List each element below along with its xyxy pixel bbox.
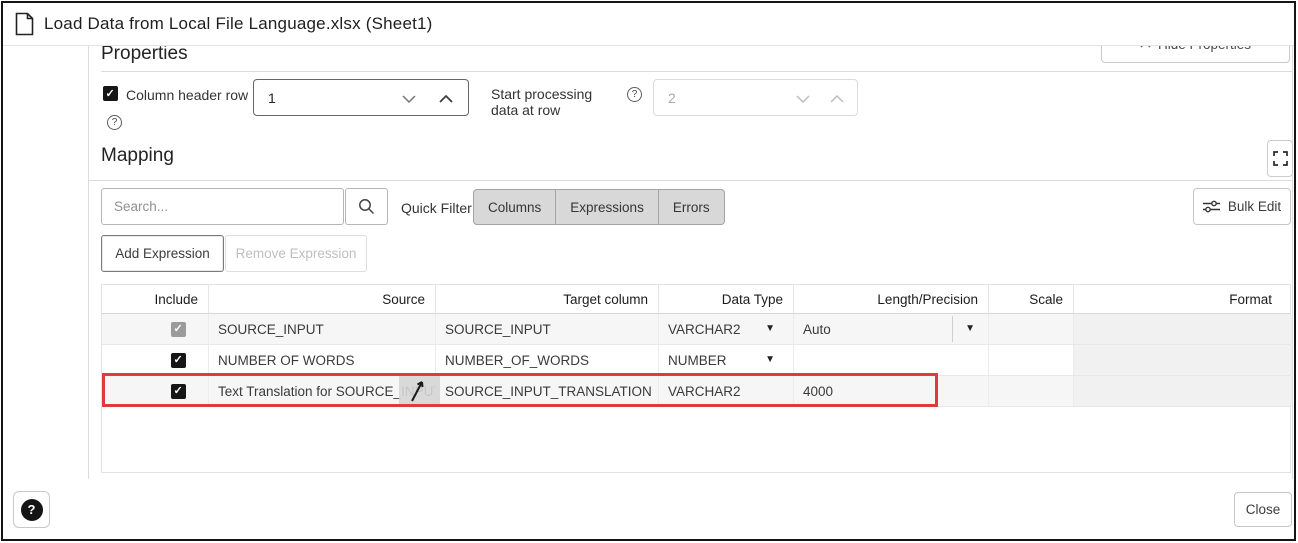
help-icon: ? — [21, 499, 43, 521]
mapping-divider — [89, 180, 1292, 181]
add-expression-button[interactable]: Add Expression — [101, 235, 224, 272]
remove-expression-button: Remove Expression — [225, 235, 367, 272]
search-input[interactable] — [102, 199, 343, 214]
header-include[interactable]: Include — [102, 285, 209, 313]
data-type-cell[interactable]: VARCHAR2▼ — [659, 314, 794, 344]
length-precision-cell[interactable] — [794, 345, 989, 375]
dropdown-arrow-icon[interactable]: ▼ — [765, 323, 775, 334]
format-cell[interactable] — [1074, 376, 1292, 406]
dialog-window: Hide Properties Properties Load Data fro… — [1, 1, 1296, 541]
column-header-row-checkbox[interactable] — [103, 86, 118, 101]
format-cell[interactable] — [1074, 314, 1292, 344]
sliders-icon — [1203, 200, 1220, 213]
start-processing-help-icon[interactable]: ? — [627, 87, 642, 102]
column-header-row-spinner[interactable]: 1 — [253, 79, 469, 116]
data-type-cell[interactable]: NUMBER▼ — [659, 345, 794, 375]
search-box — [101, 188, 344, 225]
length-precision-cell[interactable]: 4000 — [794, 376, 989, 406]
bulk-edit-button[interactable]: Bulk Edit — [1193, 188, 1291, 225]
include-checkbox[interactable] — [171, 384, 186, 399]
help-button[interactable]: ? — [13, 491, 50, 528]
chevron-down-icon — [796, 95, 810, 103]
column-header-row-value: 1 — [254, 90, 468, 106]
content-panel-right-border — [1292, 46, 1293, 479]
table-row: SOURCE_INPUT SOURCE_INPUT VARCHAR2▼ Auto… — [102, 314, 1290, 345]
close-button[interactable]: Close — [1234, 492, 1292, 527]
mapping-heading: Mapping — [101, 145, 174, 167]
filter-expressions-button[interactable]: Expressions — [556, 189, 659, 225]
add-expression-label: Add Expression — [115, 246, 210, 261]
file-icon — [15, 12, 34, 36]
source-cell[interactable]: NUMBER OF WORDS — [209, 345, 436, 375]
include-cell — [102, 314, 209, 344]
include-checkbox[interactable] — [171, 353, 186, 368]
table-row: Text Translation for SOURCE_INPUT to SOU… — [102, 376, 1290, 407]
scale-cell[interactable] — [989, 376, 1074, 406]
chevron-down-icon[interactable] — [402, 95, 416, 103]
target-cell[interactable]: NUMBER_OF_WORDS — [436, 345, 659, 375]
table-header-row: Include Source Target column Data Type L… — [102, 285, 1290, 314]
column-header-help-icon[interactable]: ? — [107, 115, 122, 130]
target-cell[interactable]: SOURCE_INPUT_TRANSLATION — [436, 376, 659, 406]
header-target-column[interactable]: Target column — [436, 285, 659, 313]
search-icon — [358, 198, 375, 215]
scale-cell[interactable] — [989, 345, 1074, 375]
format-cell[interactable] — [1074, 345, 1292, 375]
remove-expression-label: Remove Expression — [236, 246, 357, 261]
scale-cell[interactable] — [989, 314, 1074, 344]
bulk-edit-label: Bulk Edit — [1228, 199, 1281, 214]
title-bar: Load Data from Local File Language.xlsx … — [3, 3, 1294, 46]
maximize-button[interactable] — [1267, 140, 1293, 177]
content-panel-left-border — [88, 46, 89, 479]
include-checkbox — [171, 322, 186, 337]
chevron-up-icon[interactable] — [439, 95, 453, 103]
start-processing-spinner: 2 — [653, 79, 858, 116]
mapping-table: Include Source Target column Data Type L… — [101, 284, 1291, 473]
header-scale[interactable]: Scale — [989, 285, 1074, 313]
length-precision-cell[interactable]: Auto▼ — [794, 314, 989, 344]
cell-divider — [952, 316, 953, 342]
properties-heading: Properties — [101, 43, 188, 65]
start-processing-label: Start processing data at row — [491, 86, 617, 118]
chevron-up-icon — [830, 95, 844, 103]
dropdown-arrow-icon[interactable]: ▼ — [965, 323, 975, 334]
expand-icon — [1273, 151, 1288, 166]
header-length-precision[interactable]: Length/Precision — [794, 285, 989, 313]
target-cell[interactable]: SOURCE_INPUT — [436, 314, 659, 344]
column-header-row-label: Column header row — [126, 87, 248, 103]
source-cell[interactable]: SOURCE_INPUT — [209, 314, 436, 344]
properties-divider — [101, 71, 1292, 72]
header-source[interactable]: Source — [209, 285, 436, 313]
filter-columns-button[interactable]: Columns — [473, 189, 556, 225]
data-type-cell[interactable]: VARCHAR2 — [659, 376, 794, 406]
header-format[interactable]: Format — [1074, 285, 1292, 313]
include-cell — [102, 376, 209, 406]
quick-filter-label: Quick Filter: — [401, 200, 476, 216]
cursor-icon — [408, 378, 428, 403]
filter-errors-button[interactable]: Errors — [659, 189, 725, 225]
include-cell — [102, 345, 209, 375]
quick-filter-group: Columns Expressions Errors — [473, 189, 725, 225]
header-data-type[interactable]: Data Type — [659, 285, 794, 313]
close-label: Close — [1246, 502, 1281, 517]
dropdown-arrow-icon[interactable]: ▼ — [765, 354, 775, 365]
search-button[interactable] — [345, 188, 388, 225]
start-processing-value: 2 — [654, 90, 857, 106]
dialog-title: Load Data from Local File Language.xlsx … — [44, 14, 433, 34]
table-row: NUMBER OF WORDS NUMBER_OF_WORDS NUMBER▼ — [102, 345, 1290, 376]
